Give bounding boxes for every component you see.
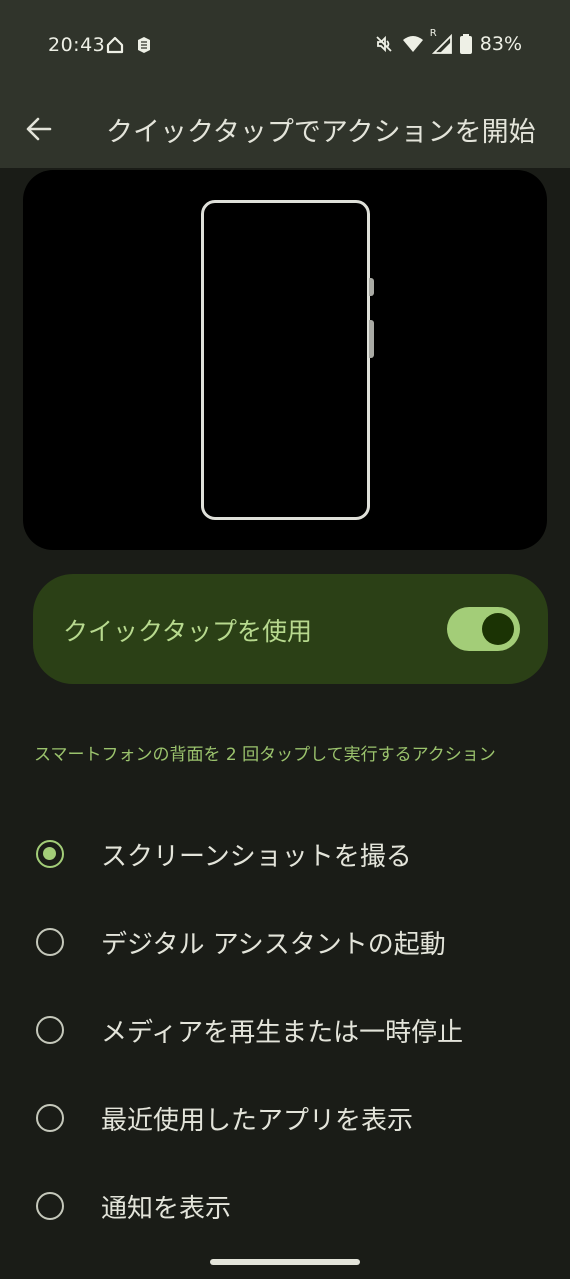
option-label: 最近使用したアプリを表示 — [101, 1106, 414, 1136]
roaming-indicator: R — [429, 28, 437, 39]
radio-button[interactable] — [36, 928, 64, 956]
switch-thumb — [482, 613, 514, 645]
use-quick-tap-switch[interactable] — [447, 607, 520, 651]
use-quick-tap-label: クイックタップを使用 — [63, 617, 313, 646]
home-icon — [106, 36, 124, 54]
phone-side-button — [369, 278, 374, 296]
status-time: 20:43 — [48, 34, 106, 56]
phone-illustration — [201, 200, 370, 520]
option-digital-assistant[interactable]: デジタル アシスタントの起動 — [0, 898, 570, 986]
app-bar: クイックタップでアクションを開始 — [0, 90, 570, 168]
option-play-pause-media[interactable]: メディアを再生または一時停止 — [0, 986, 570, 1074]
gesture-preview — [23, 170, 547, 550]
arrow-back-icon — [26, 117, 52, 141]
option-show-notifications[interactable]: 通知を表示 — [0, 1162, 570, 1250]
notification-icon — [138, 37, 150, 53]
wifi-icon — [402, 36, 423, 52]
use-quick-tap-toggle-row[interactable]: クイックタップを使用 — [33, 574, 548, 684]
radio-button[interactable] — [36, 1104, 64, 1132]
status-right-icons: R 83% — [374, 28, 522, 55]
option-label: 通知を表示 — [101, 1194, 232, 1224]
actions-description: スマートフォンの背面を 2 回タップして実行するアクション — [34, 745, 496, 765]
option-label: スクリーンショットを撮る — [101, 842, 412, 872]
option-recent-apps[interactable]: 最近使用したアプリを表示 — [0, 1074, 570, 1162]
battery-percent: 83% — [479, 33, 522, 55]
page-title: クイックタップでアクションを開始 — [106, 117, 536, 148]
option-screenshot[interactable]: スクリーンショットを撮る — [0, 810, 570, 898]
status-left-icons — [106, 36, 152, 54]
radio-button-selected[interactable] — [36, 840, 64, 868]
mute-icon — [376, 35, 392, 53]
phone-volume-button — [369, 320, 374, 358]
signal-icon: R — [430, 28, 452, 54]
option-label: メディアを再生または一時停止 — [101, 1018, 464, 1048]
back-button[interactable] — [22, 112, 56, 146]
status-bar: 20:43 R 83% — [0, 0, 570, 90]
radio-button[interactable] — [36, 1016, 64, 1044]
option-label: デジタル アシスタントの起動 — [101, 930, 446, 960]
gesture-nav-handle[interactable] — [210, 1259, 360, 1265]
radio-button[interactable] — [36, 1192, 64, 1220]
battery-icon — [459, 34, 472, 54]
